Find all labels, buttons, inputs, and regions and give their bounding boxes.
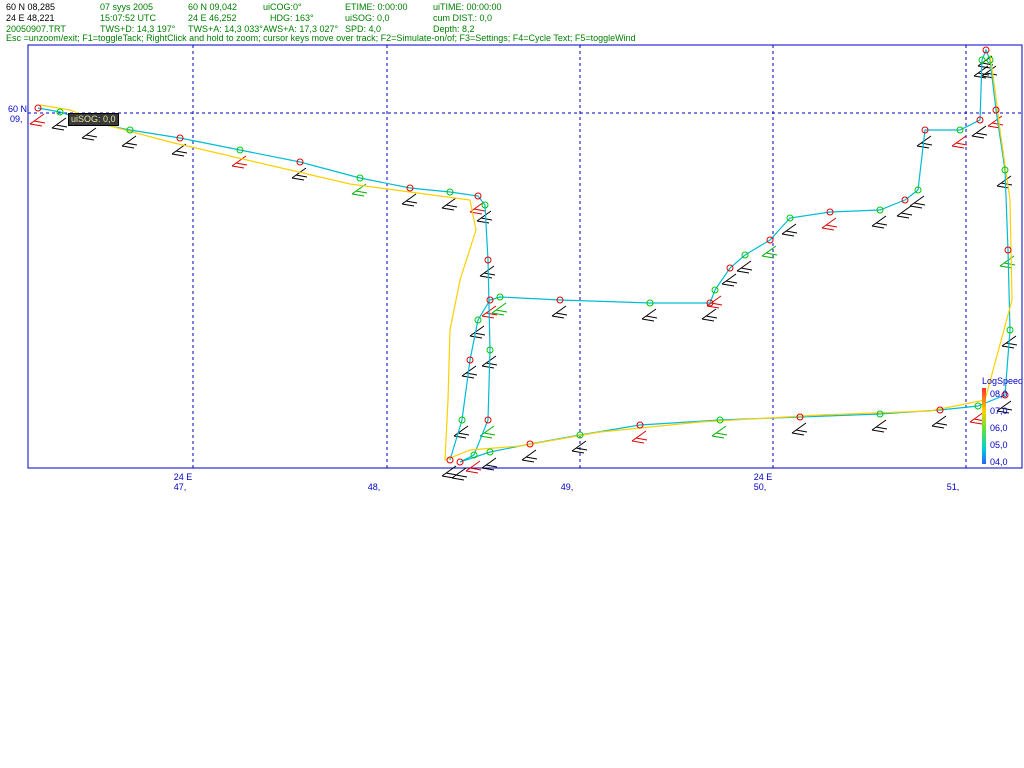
wind-barb xyxy=(29,113,46,127)
wind-barb xyxy=(631,430,648,444)
boat-track[interactable] xyxy=(37,48,1013,463)
wind-barb xyxy=(479,265,496,279)
wind-barb xyxy=(821,217,838,231)
wind-barb xyxy=(521,449,538,463)
track-markers xyxy=(34,46,1014,466)
wind-barb xyxy=(453,425,470,439)
lon-axis-label-50-min: 50, xyxy=(753,482,767,492)
legend-tick-3: 05,0 xyxy=(990,440,1008,450)
wind-barbs xyxy=(29,55,1018,481)
wind-barb xyxy=(791,422,808,436)
lon-axis-label-51-min: 51, xyxy=(946,482,960,492)
lon-axis-label-50-deg: 24 E xyxy=(753,472,773,482)
wind-barb xyxy=(401,193,418,207)
wind-barb xyxy=(121,135,138,149)
wind-barb xyxy=(871,419,888,433)
lat-axis-label-min: 09, xyxy=(10,114,23,124)
legend-tick-4: 04,0 xyxy=(990,457,1008,467)
wind-barb xyxy=(465,460,482,474)
wind-barb xyxy=(761,245,778,259)
lon-axis-label-48-min: 48, xyxy=(367,482,381,492)
lon-axis-label-47-min: 47, xyxy=(173,482,187,492)
wind-barb xyxy=(896,205,913,219)
wind-barb xyxy=(971,125,988,139)
wind-barb xyxy=(871,215,888,229)
legend-tick-2: 06,0 xyxy=(990,423,1008,433)
legend-tick-0: 08,0 xyxy=(990,389,1008,399)
wind-barb xyxy=(909,195,926,209)
wind-barb xyxy=(441,197,458,211)
wind-barb xyxy=(781,223,798,237)
legend-colorbar xyxy=(982,388,986,464)
map-frame xyxy=(27,44,1023,469)
wind-barb xyxy=(736,260,753,274)
wind-barb xyxy=(51,117,68,131)
lon-axis-label-47-deg: 24 E xyxy=(173,472,193,482)
wind-barb xyxy=(491,302,508,316)
wind-barb xyxy=(469,325,486,339)
wind-barb xyxy=(951,135,968,149)
wind-barb xyxy=(987,115,1004,129)
wind-barb xyxy=(81,127,98,141)
wind-barb xyxy=(551,305,568,319)
grid-lines xyxy=(28,45,1022,468)
cursor-sog-badge: uiSOG: 0,0 xyxy=(68,113,119,126)
wind-barb xyxy=(931,415,948,429)
track-map[interactable] xyxy=(0,0,1024,768)
wind-barb xyxy=(996,175,1013,189)
wind-barb xyxy=(479,425,496,439)
wind-barb xyxy=(701,308,718,322)
track-line xyxy=(37,48,1011,463)
lon-axis-label-49-min: 49, xyxy=(560,482,574,492)
lat-axis-label-deg: 60 N xyxy=(8,104,28,114)
track-line xyxy=(39,54,1013,461)
legend-title: LogSpeed xyxy=(982,376,1024,386)
legend-tick-1: 07,0 xyxy=(990,406,1008,416)
wind-barb xyxy=(711,425,728,439)
wind-barb xyxy=(999,255,1016,269)
wind-barb xyxy=(641,308,658,322)
wind-barb xyxy=(476,210,493,224)
